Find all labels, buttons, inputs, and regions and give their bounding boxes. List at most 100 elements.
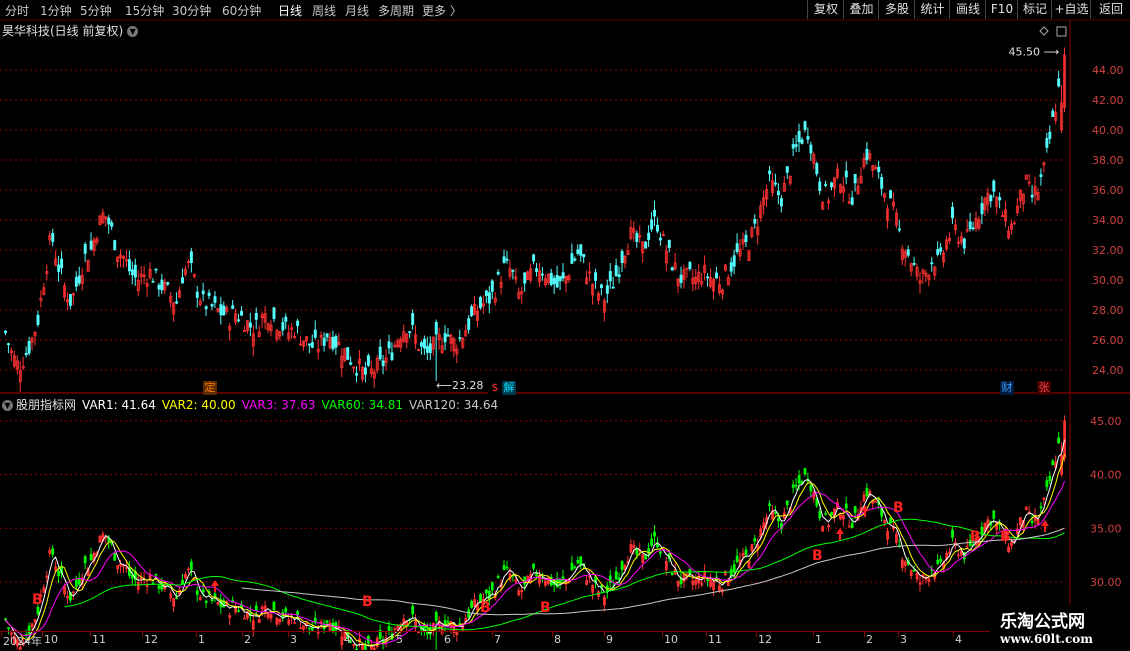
price-candle-body bbox=[487, 292, 491, 304]
indicator-var-0: VAR1: 41.64 bbox=[82, 398, 156, 412]
indicator-candle-body bbox=[523, 576, 527, 585]
event-marker-3[interactable]: 财 bbox=[1000, 381, 1014, 395]
indicator-candle-body bbox=[293, 622, 297, 624]
indicator-candle-body bbox=[951, 529, 954, 538]
date-axis-tick bbox=[442, 632, 443, 637]
indicator-candle-body bbox=[762, 522, 766, 529]
event-marker-1[interactable]: $ bbox=[488, 381, 502, 395]
date-axis-tick bbox=[813, 632, 814, 637]
price-candle-body bbox=[753, 218, 757, 224]
indicator-candle-body bbox=[266, 612, 270, 618]
indicator-candle-body bbox=[750, 544, 754, 552]
indicator-candle-body bbox=[579, 556, 583, 565]
price-candle-body bbox=[806, 136, 810, 140]
date-axis-tick bbox=[42, 632, 43, 637]
event-marker-2[interactable]: 解 bbox=[502, 381, 516, 395]
indicator-candle-body bbox=[4, 618, 7, 621]
price-candle-body bbox=[815, 163, 819, 175]
price-candle-body bbox=[458, 337, 462, 340]
price-candle-body bbox=[992, 180, 996, 192]
indicator-candle-body bbox=[393, 628, 397, 631]
price-tick-label: 36.00 bbox=[1092, 184, 1124, 197]
indicator-candle-body bbox=[821, 525, 825, 532]
indicator-candle-body bbox=[632, 545, 636, 548]
indicator-candle-body bbox=[768, 503, 771, 507]
price-candle-body bbox=[1057, 78, 1061, 87]
price-candle-body bbox=[157, 284, 161, 290]
price-candle-body bbox=[334, 335, 338, 348]
indicator-candle-body bbox=[458, 623, 462, 625]
price-candle-body bbox=[679, 274, 683, 283]
date-axis-label: 3 bbox=[900, 633, 907, 646]
indicator-candle-body bbox=[841, 515, 845, 520]
price-candle-body bbox=[77, 275, 81, 284]
chart-canvas: 44.00 42.00 40.00 38.00 36.00 34.00 32.00 30.00… bbox=[0, 19, 1130, 650]
indicator-candle-body bbox=[1063, 420, 1066, 459]
price-candle-body bbox=[175, 301, 179, 304]
indicator-candle-body bbox=[172, 598, 176, 607]
price-candle-body bbox=[390, 352, 394, 361]
price-candle-body bbox=[800, 139, 804, 144]
price-candle-body bbox=[195, 291, 199, 298]
chevron-down-icon[interactable]: ▼ bbox=[2, 400, 13, 411]
price-candle-body bbox=[844, 170, 848, 178]
buy-signal-B: B bbox=[970, 529, 981, 545]
indicator-candle-body bbox=[151, 582, 155, 585]
indicator-candle-body bbox=[1018, 517, 1022, 526]
price-tick-label: 40.00 bbox=[1092, 124, 1124, 137]
price-candle-body bbox=[470, 306, 474, 317]
date-axis-label: 11 bbox=[708, 633, 722, 646]
indicator-candle-body bbox=[712, 581, 715, 591]
indicator-candle-body bbox=[827, 525, 830, 528]
date-axis-tick bbox=[662, 632, 663, 637]
price-candle-body bbox=[248, 322, 252, 328]
price-candle-body bbox=[558, 276, 562, 282]
high-price-label: 45.50 ⟶ bbox=[1009, 46, 1060, 59]
price-candle-body bbox=[951, 206, 954, 219]
indicator-candle-body bbox=[269, 613, 273, 619]
indicator-candle-body bbox=[272, 601, 276, 610]
price-candle-body bbox=[408, 331, 412, 334]
indicator-candle-body bbox=[794, 484, 798, 487]
date-axis-tick bbox=[288, 632, 289, 637]
indicator-candle-body bbox=[850, 522, 854, 529]
price-candle-body bbox=[785, 166, 789, 173]
price-candle-body bbox=[434, 321, 438, 335]
date-axis-label: 3 bbox=[290, 633, 297, 646]
date-axis-label: 10 bbox=[44, 633, 58, 646]
price-candle-body bbox=[237, 319, 241, 322]
price-candle-body bbox=[670, 267, 674, 271]
price-candle-body bbox=[611, 286, 615, 289]
price-tick-label: 38.00 bbox=[1092, 154, 1124, 167]
indicator-candle-body bbox=[254, 605, 258, 611]
date-axis-tick bbox=[394, 632, 395, 637]
price-candle-body bbox=[561, 272, 565, 279]
price-candle-body bbox=[936, 249, 940, 255]
price-candle-body bbox=[980, 203, 984, 215]
price-candle-body bbox=[549, 273, 553, 285]
indicator-candle-body bbox=[1024, 506, 1028, 511]
window-icon bbox=[1056, 26, 1067, 37]
price-candle-body bbox=[617, 274, 621, 277]
price-candle-body bbox=[387, 341, 391, 349]
indicator-candle-body bbox=[1036, 518, 1040, 525]
up-arrow-icon bbox=[836, 528, 844, 540]
price-candle-body bbox=[768, 170, 772, 175]
event-marker-4[interactable]: 张 bbox=[1037, 381, 1051, 395]
indicator-candle-body bbox=[57, 570, 61, 577]
indicator-candle-body bbox=[98, 535, 102, 543]
price-candle-body bbox=[89, 240, 93, 250]
indicator-candle-body bbox=[446, 621, 450, 623]
indicator-candle-body bbox=[296, 611, 299, 616]
price-candle-body bbox=[1048, 131, 1052, 139]
event-marker-0[interactable]: 定 bbox=[203, 381, 217, 395]
indicator-candle-body bbox=[629, 544, 633, 553]
indicator-candle-body bbox=[496, 576, 500, 578]
watermark-url: www.60lt.com bbox=[1000, 632, 1093, 646]
price-candle-body bbox=[532, 254, 536, 262]
indicator-candle-body bbox=[791, 484, 795, 488]
price-candle-body bbox=[1030, 194, 1034, 198]
price-candle-body bbox=[446, 334, 450, 337]
price-candle-body bbox=[794, 144, 798, 147]
indicator-name: 股朋指标网 bbox=[16, 398, 77, 412]
